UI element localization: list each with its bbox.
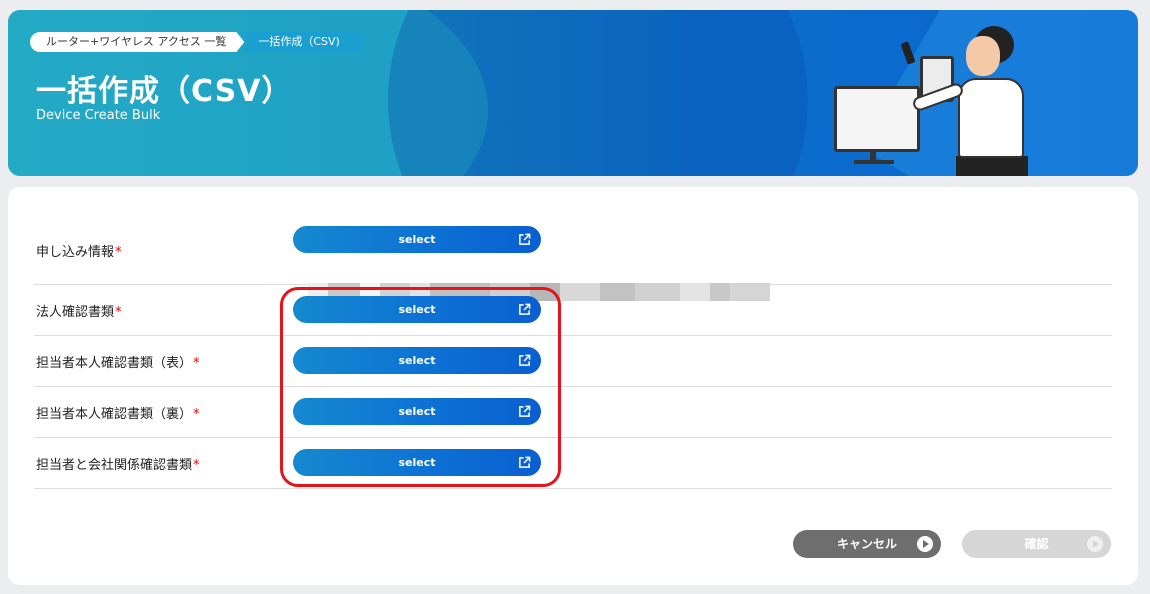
field-label: 担当者本人確認書類（表）: [36, 356, 193, 371]
field-label: 担当者本人確認書類（裏）: [36, 407, 193, 422]
page-subtitle: Device Create Bulk: [36, 108, 161, 123]
banner-decoration: [388, 10, 808, 176]
form-row-id-front: 担当者本人確認書類（表）* select: [34, 336, 1112, 387]
form-row-corporate-document: 法人確認書類* select: [34, 285, 1112, 336]
play-circle-icon: [917, 536, 933, 552]
cancel-button[interactable]: キャンセル: [793, 530, 941, 558]
page-title: 一括作成（CSV）: [36, 74, 293, 109]
required-mark: *: [115, 245, 122, 260]
field-label: 法人確認書類: [36, 305, 115, 320]
play-circle-icon: [1087, 536, 1103, 552]
confirm-button[interactable]: 確認: [962, 530, 1111, 558]
phone-illustration: [900, 41, 916, 65]
form-row-relationship-document: 担当者と会社関係確認書類* select: [34, 438, 1112, 489]
person-illustration: [958, 78, 1024, 158]
required-mark: *: [193, 407, 200, 422]
select-button-label: select: [398, 233, 436, 246]
header-illustration: [828, 20, 1088, 176]
external-link-icon: [519, 233, 531, 245]
required-mark: *: [193, 458, 200, 473]
monitor-illustration: [834, 86, 920, 152]
cancel-button-label: キャンセル: [836, 537, 897, 551]
form-row-id-back: 担当者本人確認書類（裏）* select: [34, 387, 1112, 438]
highlight-annotation: [280, 287, 561, 487]
field-label: 担当者と会社関係確認書類: [36, 458, 193, 473]
confirm-button-label: 確認: [1024, 537, 1049, 551]
required-mark: *: [193, 356, 200, 371]
form-row-application-info: 申し込み情報* select: [34, 215, 1112, 301]
required-mark: *: [115, 305, 122, 320]
page-header-banner: ルーター+ワイヤレス アクセス 一覧 一括作成（CSV) 一括作成（CSV） D…: [8, 10, 1138, 176]
breadcrumb-item-list[interactable]: ルーター+ワイヤレス アクセス 一覧: [30, 32, 244, 52]
select-file-button[interactable]: select: [293, 226, 541, 253]
field-label: 申し込み情報: [36, 245, 115, 260]
breadcrumb: ルーター+ワイヤレス アクセス 一覧 一括作成（CSV): [30, 32, 364, 52]
upload-form-card: 申し込み情報* select 法人確認書類* select 担当者本人確認書類（…: [8, 187, 1138, 585]
breadcrumb-item-current: 一括作成（CSV): [240, 32, 364, 52]
